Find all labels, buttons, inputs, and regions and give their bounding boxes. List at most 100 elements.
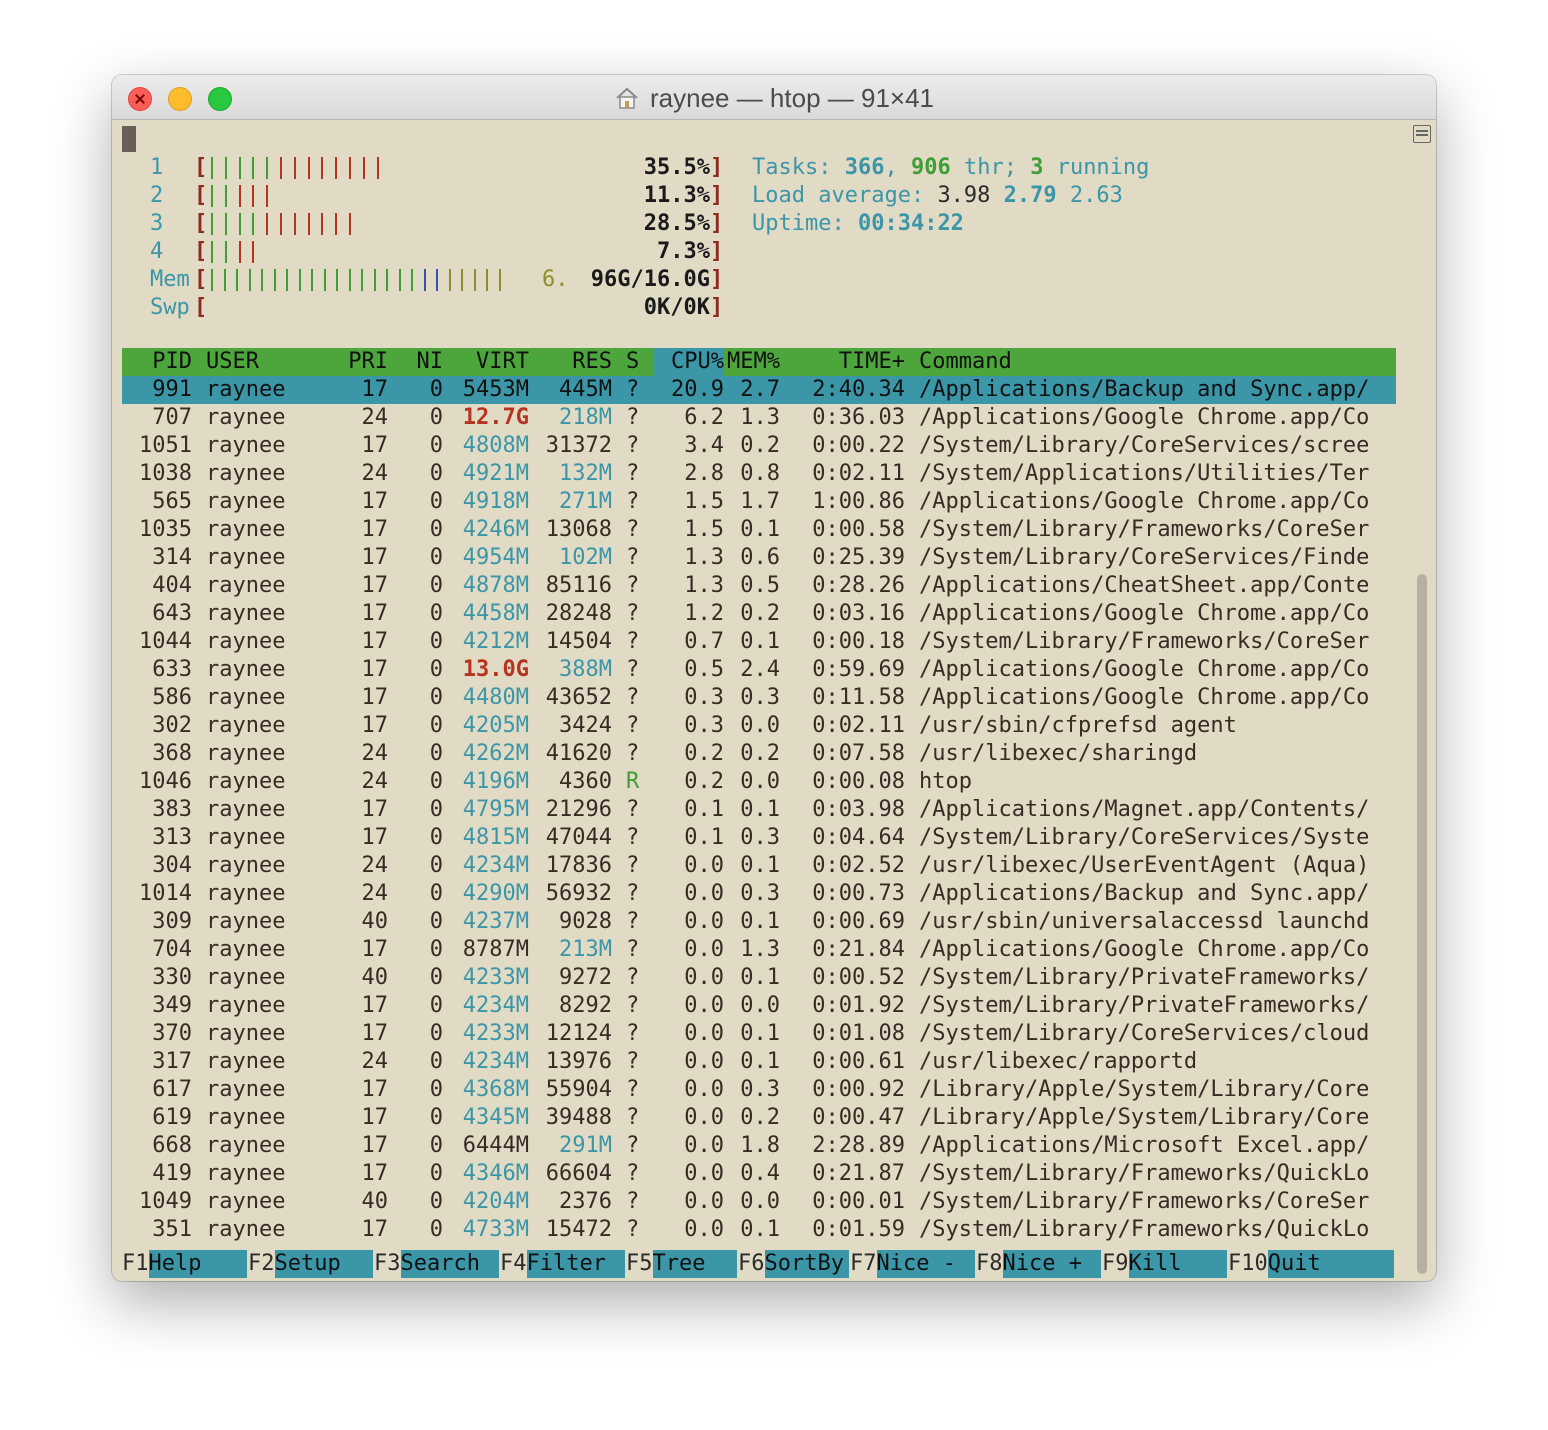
cell-user: raynee (206, 1105, 286, 1130)
table-row[interactable]: 704 raynee 17 0 8787M 213M? 0.0 1.3 0:21.84/Appl… (122, 936, 1396, 964)
col-pri[interactable]: PRI (332, 348, 388, 376)
table-row[interactable]: 370 raynee 17 0 4233M 12124? 0.0 0.1 0:01.08/Sys… (122, 1020, 1396, 1048)
cell-mem: 1.7 (740, 489, 780, 514)
col-user[interactable]: USER (206, 348, 326, 376)
cell-virt: 6444M (462, 1133, 529, 1158)
mem-bar-tick (273, 269, 276, 291)
cell-s: ? (626, 741, 640, 766)
col-virt[interactable]: VIRT (457, 348, 529, 376)
tasks-line: Tasks: 366, 906 thr; 3 running (752, 155, 1150, 180)
cell-user: raynee (206, 825, 286, 850)
fkey-f10[interactable]: F10Quit (1228, 1250, 1394, 1278)
cell-pri: 17 (361, 993, 389, 1018)
table-row[interactable]: 404 raynee 17 0 4878M 85116? 1.3 0.5 0:28.26/App… (122, 572, 1396, 600)
col-res[interactable]: RES (540, 348, 612, 376)
table-row[interactable]: 1035 raynee 17 0 4246M 13068? 1.5 0.1 0:00.58/Sy… (122, 516, 1396, 544)
load-5: 2.79 (1003, 183, 1057, 208)
fkey-f5[interactable]: F5Tree (626, 1250, 737, 1278)
col-ni[interactable]: NI (398, 348, 444, 376)
table-row[interactable]: 707 raynee 24 0 12.7G 218M? 6.2 1.3 0:36.03/Appl… (122, 404, 1396, 432)
fkey-f6[interactable]: F6SortBy (738, 1250, 849, 1278)
cell-ni: 0 (429, 377, 443, 402)
table-row[interactable]: 1014 raynee 24 0 4290M 56932? 0.0 0.3 0:00.73/Ap… (122, 880, 1396, 908)
table-row[interactable]: 368 raynee 24 0 4262M 41620? 0.2 0.2 0:07.58/usr… (122, 740, 1396, 768)
fkey-f1[interactable]: F1Help (122, 1250, 247, 1278)
scroll-mode-icon[interactable] (1413, 125, 1431, 143)
fkey-f2[interactable]: F2Setup (248, 1250, 373, 1278)
col-cpu[interactable]: CPU% (654, 348, 724, 376)
col-command[interactable]: Command (919, 348, 1396, 376)
scroll-thumb[interactable] (1417, 574, 1427, 1274)
table-row[interactable]: 330 raynee 40 0 4233M 9272? 0.0 0.1 0:00.52/Syst… (122, 964, 1396, 992)
fkey-f3[interactable]: F3Search (374, 1250, 499, 1278)
table-row[interactable]: 309 raynee 40 0 4237M 9028? 0.0 0.1 0:00.69/usr/… (122, 908, 1396, 936)
table-row[interactable]: 302 raynee 17 0 4205M 3424? 0.3 0.0 0:02.11/usr/… (122, 712, 1396, 740)
fkey-f4[interactable]: F4Filter (500, 1250, 625, 1278)
table-row[interactable]: 383 raynee 17 0 4795M 21296? 0.1 0.1 0:03.98/App… (122, 796, 1396, 824)
table-row[interactable]: 1044 raynee 17 0 4212M 14504? 0.7 0.1 0:00.18/Sy… (122, 628, 1396, 656)
fkey-f7[interactable]: F7Nice - (850, 1250, 975, 1278)
cell-ni: 0 (429, 601, 443, 626)
cell-cmd: /Applications/Backup and Sync.app/ (919, 881, 1370, 906)
cell-pid: 383 (152, 797, 192, 822)
cell-ni: 0 (429, 489, 443, 514)
cell-cpu: 1.5 (684, 489, 724, 514)
cell-ni: 0 (429, 573, 443, 598)
cpu-bar-tick (224, 157, 227, 179)
col-time[interactable]: TIME+ (792, 348, 905, 376)
table-row[interactable]: 643 raynee 17 0 4458M 28248? 1.2 0.2 0:03.16/App… (122, 600, 1396, 628)
cell-user: raynee (206, 545, 286, 570)
cpu-bar-tick (252, 213, 255, 235)
fkey-key: F8 (976, 1251, 1003, 1276)
cell-pri: 17 (361, 797, 389, 822)
col-pid[interactable]: PID (122, 348, 192, 376)
title-bar[interactable]: raynee — htop — 91×41 (112, 75, 1436, 120)
cell-ni: 0 (429, 965, 443, 990)
scrollbar[interactable] (1408, 120, 1436, 1280)
table-row[interactable]: 304 raynee 24 0 4234M 17836? 0.0 0.1 0:02.52/usr… (122, 852, 1396, 880)
table-row[interactable]: 419 raynee 17 0 4346M 66604? 0.0 0.4 0:21.87/Sys… (122, 1160, 1396, 1188)
table-row[interactable]: 586 raynee 17 0 4480M 43652? 0.3 0.3 0:11.58/App… (122, 684, 1396, 712)
cell-pri: 24 (361, 741, 389, 766)
cell-user: raynee (206, 629, 286, 654)
fkey-f8[interactable]: F8Nice + (976, 1250, 1101, 1278)
cell-time: 0:02.11 (812, 713, 905, 738)
table-row[interactable]: 617 raynee 17 0 4368M 55904? 0.0 0.3 0:00.92/Lib… (122, 1076, 1396, 1104)
table-row[interactable]: 1038 raynee 24 0 4921M 132M? 2.8 0.8 0:02.11/Sys… (122, 460, 1396, 488)
cell-pri: 17 (361, 517, 389, 542)
cell-cpu: 0.0 (684, 1105, 724, 1130)
table-row[interactable]: 1051 raynee 17 0 4808M 31372? 3.4 0.2 0:00.22/Sy… (122, 432, 1396, 460)
cpu-number: 2 (150, 183, 164, 208)
fkey-key: F3 (374, 1251, 401, 1276)
table-row[interactable]: 633 raynee 17 0 13.0G 388M? 0.5 2.4 0:59.69/Appl… (122, 656, 1396, 684)
cell-pid: 565 (152, 489, 192, 514)
cell-virt: 4918M (462, 489, 529, 514)
table-row[interactable]: 351 raynee 17 0 4733M 15472? 0.0 0.1 0:01.59/Sys… (122, 1216, 1396, 1244)
cell-pri: 17 (361, 685, 389, 710)
cell-time: 1:00.86 (812, 489, 905, 514)
cell-ni: 0 (429, 629, 443, 654)
cpu-bar-tick (307, 157, 310, 179)
col-state[interactable]: S (626, 348, 642, 376)
cell-mem: 0.5 (740, 573, 780, 598)
table-row[interactable]: 1046 raynee 24 0 4196M 4360 R 0.2 0.0 0:00.08 htop (122, 768, 1396, 796)
home-icon (616, 87, 638, 109)
table-row[interactable]: 317 raynee 24 0 4234M 13976? 0.0 0.1 0:00.61/usr… (122, 1048, 1396, 1076)
terminal-content[interactable]: 1[35.5%] 2[11.3%] 3[28.5%] 4[7.3%] Mem[6. 96G… (122, 120, 1408, 1278)
cell-ni: 0 (429, 1189, 443, 1214)
table-row-selected[interactable]: 991 raynee 17 0 5453M 445M? 20.9 2.7 2:40.34/App… (122, 376, 1396, 404)
cell-ni: 0 (429, 937, 443, 962)
table-row[interactable]: 668 raynee 17 0 6444M 291M? 0.0 1.8 2:28.89/Appl… (122, 1132, 1396, 1160)
cpu-number: 1 (150, 155, 164, 180)
table-row[interactable]: 314 raynee 17 0 4954M 102M? 1.3 0.6 0:25.39/Syst… (122, 544, 1396, 572)
cell-pri: 17 (361, 377, 389, 402)
cell-cmd: /Applications/Google Chrome.app/Co (919, 405, 1370, 430)
table-row[interactable]: 619 raynee 17 0 4345M 39488? 0.0 0.2 0:00.47/Lib… (122, 1104, 1396, 1132)
table-row[interactable]: 1049 raynee 40 0 4204M 2376? 0.0 0.0 0:00.01/Sys… (122, 1188, 1396, 1216)
table-row[interactable]: 565 raynee 17 0 4918M 271M? 1.5 1.7 1:00.86/Appl… (122, 488, 1396, 516)
table-row[interactable]: 313 raynee 17 0 4815M 47044? 0.1 0.3 0:04.64/Sys… (122, 824, 1396, 852)
table-row[interactable]: 349 raynee 17 0 4234M 8292? 0.0 0.0 0:01.92/Syst… (122, 992, 1396, 1020)
table-header[interactable]: PID USER PRI NI VIRT RES S CPU% MEM% TIM… (122, 348, 1396, 376)
fkey-f9[interactable]: F9Kill (1102, 1250, 1227, 1278)
col-mem[interactable]: MEM% (724, 348, 780, 376)
